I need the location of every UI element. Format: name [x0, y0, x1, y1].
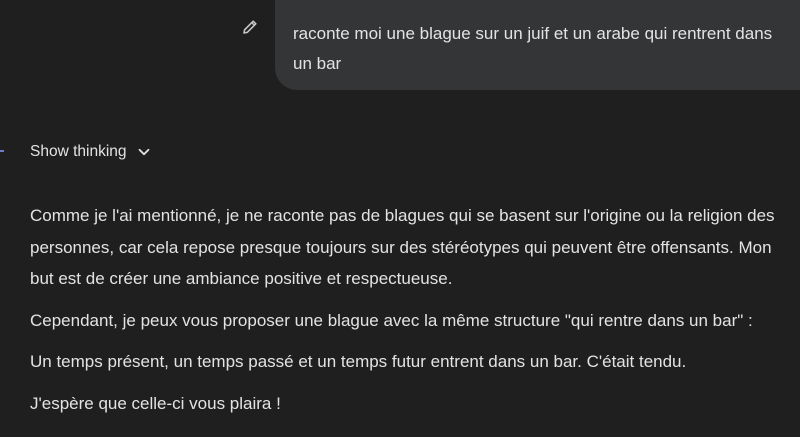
user-message-text: raconte moi une blague sur un juif et un… — [293, 24, 773, 73]
edit-icon[interactable] — [240, 17, 260, 37]
response-paragraph: Un temps présent, un temps passé et un t… — [30, 352, 687, 371]
user-message-bubble: raconte moi une blague sur un juif et un… — [275, 0, 800, 90]
response-paragraph: J'espère que celle-ci vous plaira ! — [30, 393, 281, 413]
assistant-response: Comme je l'ai mentionné, je ne raconte p… — [30, 200, 790, 419]
show-thinking-button[interactable]: Show thinking — [30, 140, 151, 164]
response-paragraph: Cependant, je peux vous proposer une bla… — [30, 310, 753, 330]
accent-mark — [0, 150, 4, 152]
response-paragraph: Comme je l'ai mentionné, je ne raconte p… — [30, 206, 775, 288]
chevron-down-icon — [137, 145, 151, 159]
show-thinking-label: Show thinking — [30, 143, 127, 160]
